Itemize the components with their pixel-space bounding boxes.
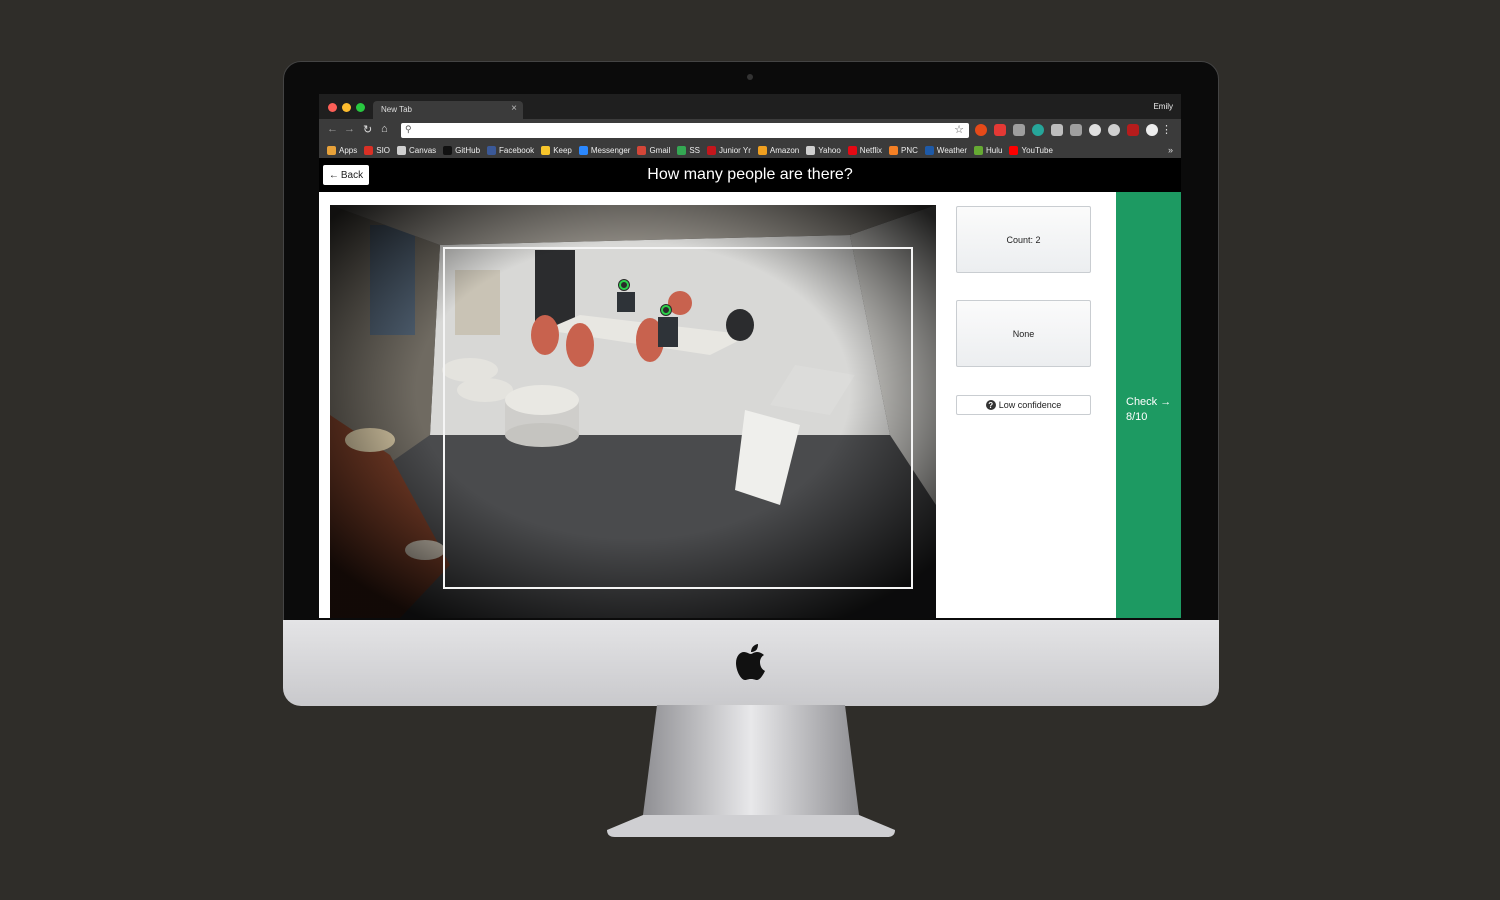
bookmark-label: GitHub	[455, 145, 481, 155]
pnc-icon	[889, 145, 899, 155]
extension-icon[interactable]	[1089, 124, 1101, 136]
gmail-icon	[637, 145, 647, 155]
bookmark-label: Yahoo	[818, 145, 841, 155]
close-window-button[interactable]	[328, 103, 337, 112]
bookmark-label: YouTube	[1021, 145, 1053, 155]
bookmark-junior-yr[interactable]: Junior Yr	[707, 145, 751, 155]
browser-toolbar: ← → ↻ ⌂ ⚲ ☆ ⋮	[319, 119, 1181, 142]
bookmark-github[interactable]: GitHub	[443, 145, 481, 155]
extension-icon[interactable]	[994, 124, 1006, 136]
bookmark-label: Messenger	[590, 145, 631, 155]
low-confidence-button[interactable]: ? Low confidence	[956, 395, 1091, 415]
extension-icon[interactable]	[1032, 124, 1044, 136]
camera-image	[330, 205, 936, 618]
screen: New Tab × Emily ← → ↻ ⌂ ⚲ ☆ ⋮ Apps SIO Can…	[319, 94, 1181, 618]
browser-menu-icon[interactable]: ⋮	[1161, 123, 1172, 136]
bookmark-label: Amazon	[769, 145, 800, 155]
bookmark-keep[interactable]: Keep	[541, 145, 572, 155]
tab-title: New Tab	[381, 105, 412, 114]
extension-icon[interactable]	[1127, 124, 1139, 136]
bookmark-label: Facebook	[499, 145, 535, 155]
hulu-icon	[974, 145, 984, 155]
messenger-icon	[578, 145, 588, 155]
browser-tab[interactable]: New Tab ×	[373, 101, 523, 119]
progress-counter: 8/10	[1126, 411, 1148, 423]
reload-icon[interactable]: ↻	[363, 123, 372, 136]
bookmark-star-icon[interactable]: ☆	[954, 123, 964, 136]
bookmark-label: Weather	[936, 145, 968, 155]
bookmark-yahoo[interactable]: Yahoo	[806, 145, 841, 155]
bookmark-label: Apps	[339, 145, 358, 155]
bookmark-label: Netflix	[859, 145, 883, 155]
extensions-row	[975, 124, 1158, 137]
extension-icon[interactable]	[1070, 124, 1082, 136]
bookmark-label: Hulu	[986, 145, 1003, 155]
extension-icon[interactable]	[1013, 124, 1025, 136]
bookmark-label: Gmail	[649, 145, 671, 155]
question-mark-icon: ?	[985, 400, 996, 410]
check-button[interactable]: Check → 8/10	[1116, 192, 1181, 618]
check-label: Check →	[1126, 396, 1172, 408]
bookmark-label: Junior Yr	[719, 145, 751, 155]
weather-icon	[924, 145, 934, 155]
drive-icon	[677, 145, 687, 155]
facebook-icon	[487, 145, 497, 155]
search-icon: ⚲	[405, 124, 412, 134]
webcam-dot	[747, 74, 753, 80]
bookmark-label: SIO	[376, 145, 391, 155]
bookmark-facebook[interactable]: Facebook	[487, 145, 535, 155]
count-button[interactable]: Count: 2	[956, 206, 1091, 273]
bookmarks-bar: Apps SIO Canvas GitHub Facebook Keep Messenger…	[319, 142, 1181, 158]
back-nav-icon[interactable]: ←	[327, 123, 338, 135]
bounding-box[interactable]	[443, 247, 913, 589]
bookmark-netflix[interactable]: Netflix	[847, 145, 883, 155]
bookmark-hulu[interactable]: Hulu	[974, 145, 1003, 155]
bookmark-ss[interactable]: SS	[677, 145, 701, 155]
minimize-window-button[interactable]	[342, 103, 351, 112]
page-header: ← Back How many people are there?	[319, 158, 1181, 192]
bookmark-youtube[interactable]: YouTube	[1009, 145, 1053, 155]
bookmark-label: Keep	[553, 145, 572, 155]
extension-icon[interactable]	[1146, 124, 1158, 136]
amazon-icon	[757, 145, 767, 155]
extension-icon[interactable]	[1108, 124, 1120, 136]
bookmark-label: PNC	[901, 145, 918, 155]
none-button[interactable]: None	[956, 300, 1091, 367]
bookmark-pnc[interactable]: PNC	[889, 145, 918, 155]
browser-tabbar: New Tab × Emily	[319, 94, 1181, 119]
address-bar[interactable]: ⚲ ☆	[401, 123, 969, 138]
bookmark-weather[interactable]: Weather	[924, 145, 968, 155]
bookmarks-overflow-icon[interactable]: »	[1168, 145, 1173, 155]
bookmark-amazon[interactable]: Amazon	[757, 145, 800, 155]
forward-nav-icon[interactable]: →	[344, 123, 355, 135]
github-icon	[443, 145, 453, 155]
main-content: Count: 2 None ? Low confidence Check → 8…	[319, 192, 1181, 618]
bookmark-label: SS	[689, 145, 701, 155]
home-icon[interactable]: ⌂	[381, 123, 388, 135]
sio-icon	[364, 145, 374, 155]
page-icon	[397, 145, 407, 155]
bookmark-gmail[interactable]: Gmail	[637, 145, 671, 155]
apps-grid-icon	[327, 145, 336, 155]
apple-logo-icon	[736, 644, 765, 680]
bookmark-apps[interactable]: Apps	[327, 145, 358, 155]
keep-icon	[541, 145, 551, 155]
bookmark-sio[interactable]: SIO	[364, 145, 391, 155]
youtube-icon	[1009, 145, 1019, 155]
c-icon	[707, 145, 717, 155]
question-title: How many people are there?	[647, 166, 853, 183]
page-icon	[806, 145, 816, 155]
maximize-window-button[interactable]	[356, 103, 365, 112]
bookmark-canvas[interactable]: Canvas	[397, 145, 437, 155]
bookmark-label: Canvas	[409, 145, 437, 155]
extension-icon[interactable]	[1051, 124, 1063, 136]
low-confidence-label: Low confidence	[998, 400, 1062, 410]
bookmark-messenger[interactable]: Messenger	[578, 145, 631, 155]
profile-name[interactable]: Emily	[1153, 102, 1173, 111]
tab-close-icon[interactable]: ×	[511, 103, 517, 114]
extension-icon[interactable]	[975, 124, 987, 136]
monitor-stand	[607, 705, 895, 837]
netflix-icon	[847, 145, 857, 155]
